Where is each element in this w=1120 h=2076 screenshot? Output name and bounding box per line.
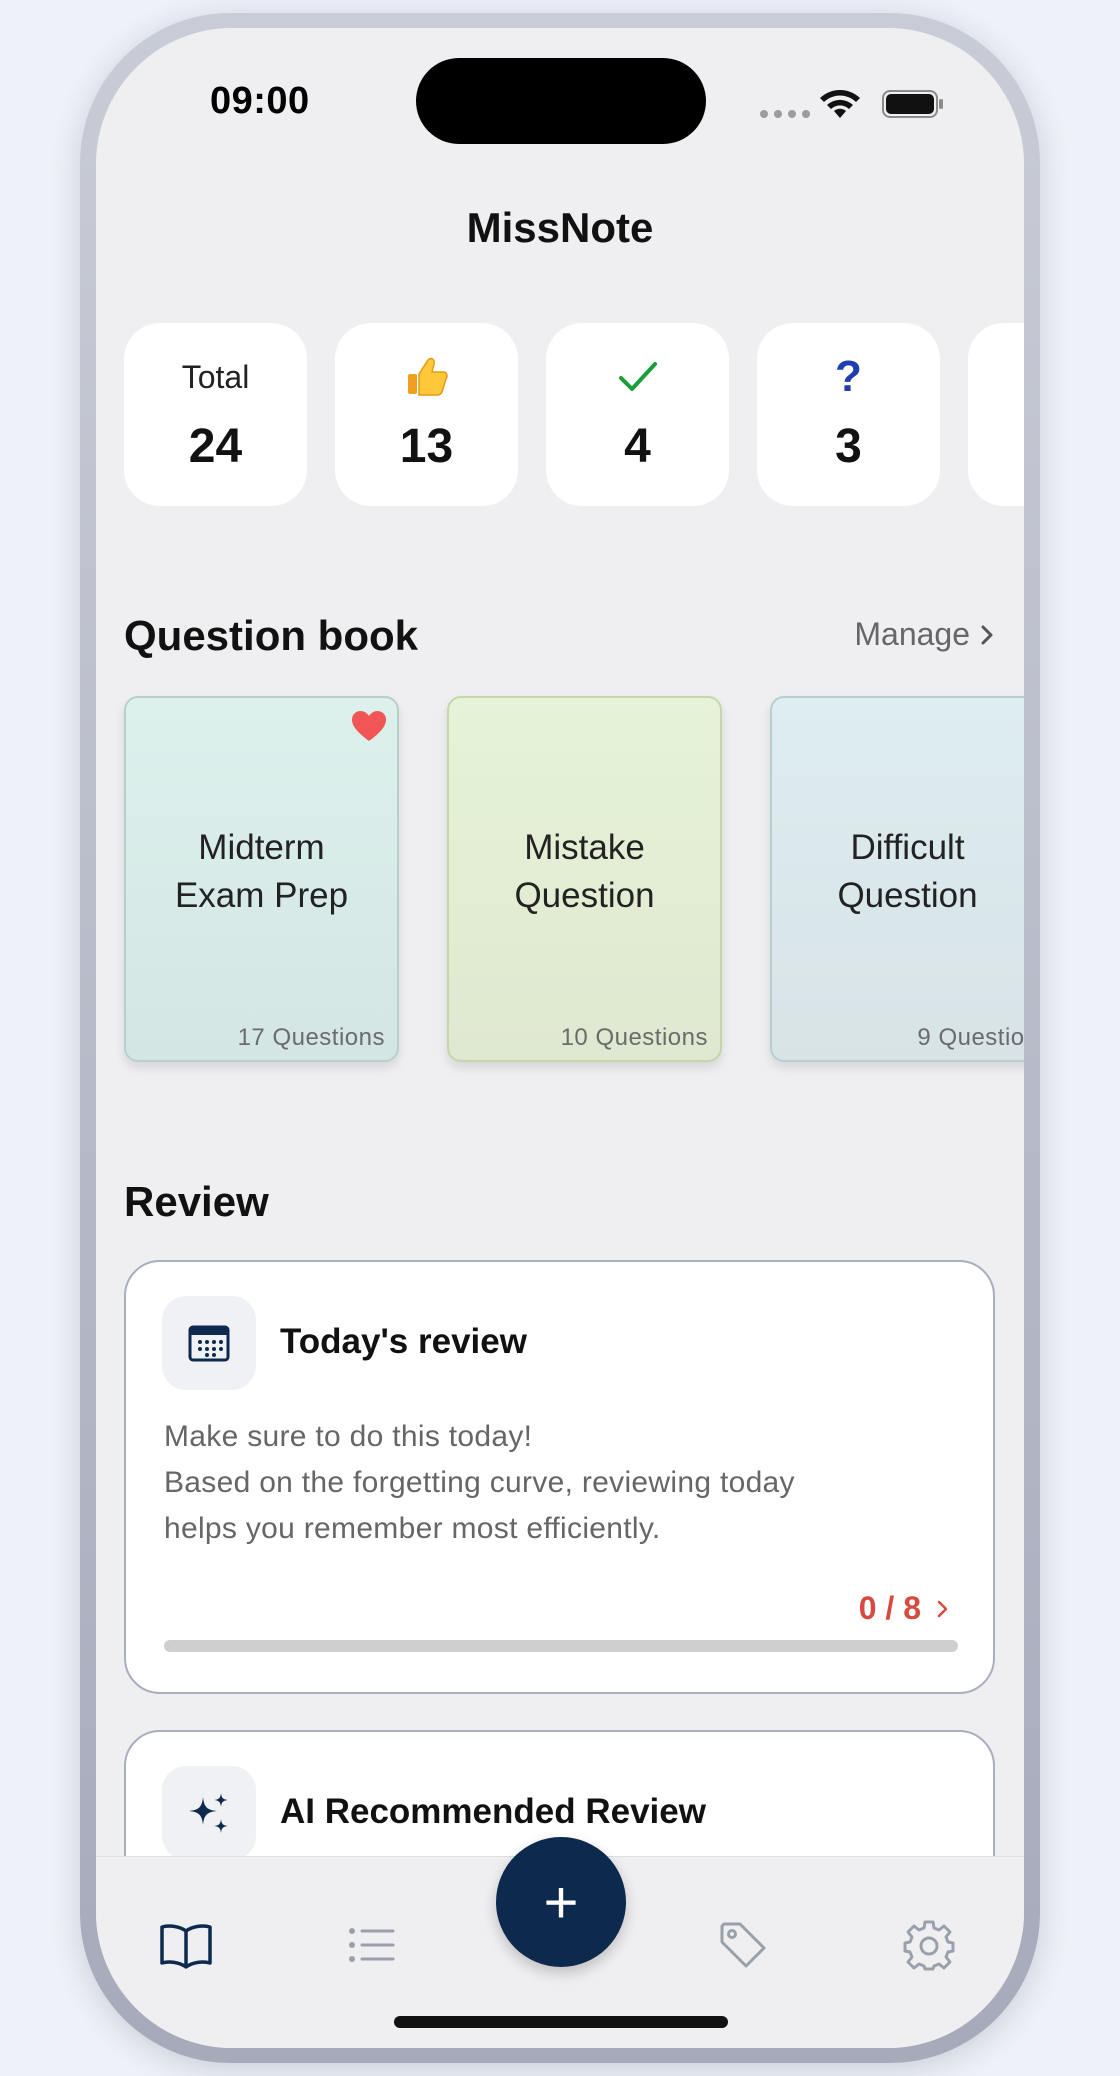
sparkles-icon xyxy=(162,1766,256,1860)
stat-card-total[interactable]: Total 24 xyxy=(124,323,307,506)
book-title: Mistake Question xyxy=(514,828,655,915)
book-icon xyxy=(160,1924,212,1969)
stat-value: 4 xyxy=(624,420,651,473)
card-title: AI Recommended Review xyxy=(280,1792,706,1831)
stat-value: 3 xyxy=(835,420,862,473)
question-book-title: Question book xyxy=(124,612,418,659)
manage-button[interactable]: Manage xyxy=(854,616,994,653)
list-icon xyxy=(349,1928,395,1962)
book-title: Difficult Question xyxy=(837,828,978,915)
stat-card-unsure[interactable]: ? 3 xyxy=(757,323,940,506)
tab-books[interactable] xyxy=(156,1915,216,1975)
book-count: 17 Questions xyxy=(237,1024,385,1051)
todays-review-card[interactable]: Today's review Make sure to do this toda… xyxy=(124,1260,995,1694)
check-icon xyxy=(616,355,660,399)
home-indicator xyxy=(394,2016,728,2028)
add-button[interactable]: + xyxy=(496,1837,626,1967)
stat-value: 13 xyxy=(399,420,454,473)
book-card[interactable]: Mistake Question 10 Questions xyxy=(447,696,722,1062)
book-title: Midterm Exam Prep xyxy=(174,828,349,915)
review-progress-link[interactable]: 0 / 8 xyxy=(859,1590,949,1627)
progress-count: 0 / 8 xyxy=(858,1590,921,1626)
tab-settings[interactable] xyxy=(899,1915,959,1975)
dynamic-island xyxy=(416,58,706,144)
gear-icon xyxy=(903,1920,955,1971)
card-description: Make sure to do this today! Based on the… xyxy=(164,1420,795,1545)
stats-row: Total 24 13 4 ? 3 xyxy=(124,323,1024,506)
manage-label: Manage xyxy=(854,616,970,652)
review-title: Review xyxy=(124,1178,269,1225)
thumbs-up-icon xyxy=(404,355,450,399)
app-title: MissNote xyxy=(466,204,654,251)
tab-list[interactable] xyxy=(342,1915,402,1975)
question-icon: ? xyxy=(835,352,862,401)
progress-bar xyxy=(164,1640,958,1652)
book-card[interactable]: DifficultQuestion 9 Questions xyxy=(770,696,1024,1062)
chevron-right-icon xyxy=(937,1600,948,1617)
add-icon: + xyxy=(543,1868,579,1936)
book-list: Midterm Exam Prep 17 Questions Mistake Que… xyxy=(124,696,1024,1062)
wifi-icon xyxy=(820,90,860,118)
signal-icon xyxy=(760,110,810,118)
book-count: 10 Questions xyxy=(560,1024,708,1051)
stat-card-liked[interactable]: 13 xyxy=(335,323,518,506)
stat-label: Total xyxy=(181,359,250,395)
stat-card-correct[interactable]: 4 xyxy=(546,323,729,506)
chevron-right-icon xyxy=(981,625,993,644)
tag-icon xyxy=(720,1922,766,1968)
book-card[interactable]: Midterm Exam Prep 17 Questions xyxy=(124,696,399,1062)
stat-value: 24 xyxy=(188,420,243,473)
card-title: Today's review xyxy=(280,1322,527,1361)
tab-tags[interactable] xyxy=(713,1915,773,1975)
calendar-icon xyxy=(162,1296,256,1390)
heart-icon[interactable] xyxy=(351,710,387,742)
status-time: 09:00 xyxy=(210,80,310,122)
book-count: 9 Questions xyxy=(917,1024,1024,1051)
stat-card-more[interactable] xyxy=(968,323,1024,506)
app-screen: 09:00 MissNote Total 24 13 4 ? 3 Questio… xyxy=(96,28,1024,2048)
battery-icon xyxy=(882,90,943,118)
